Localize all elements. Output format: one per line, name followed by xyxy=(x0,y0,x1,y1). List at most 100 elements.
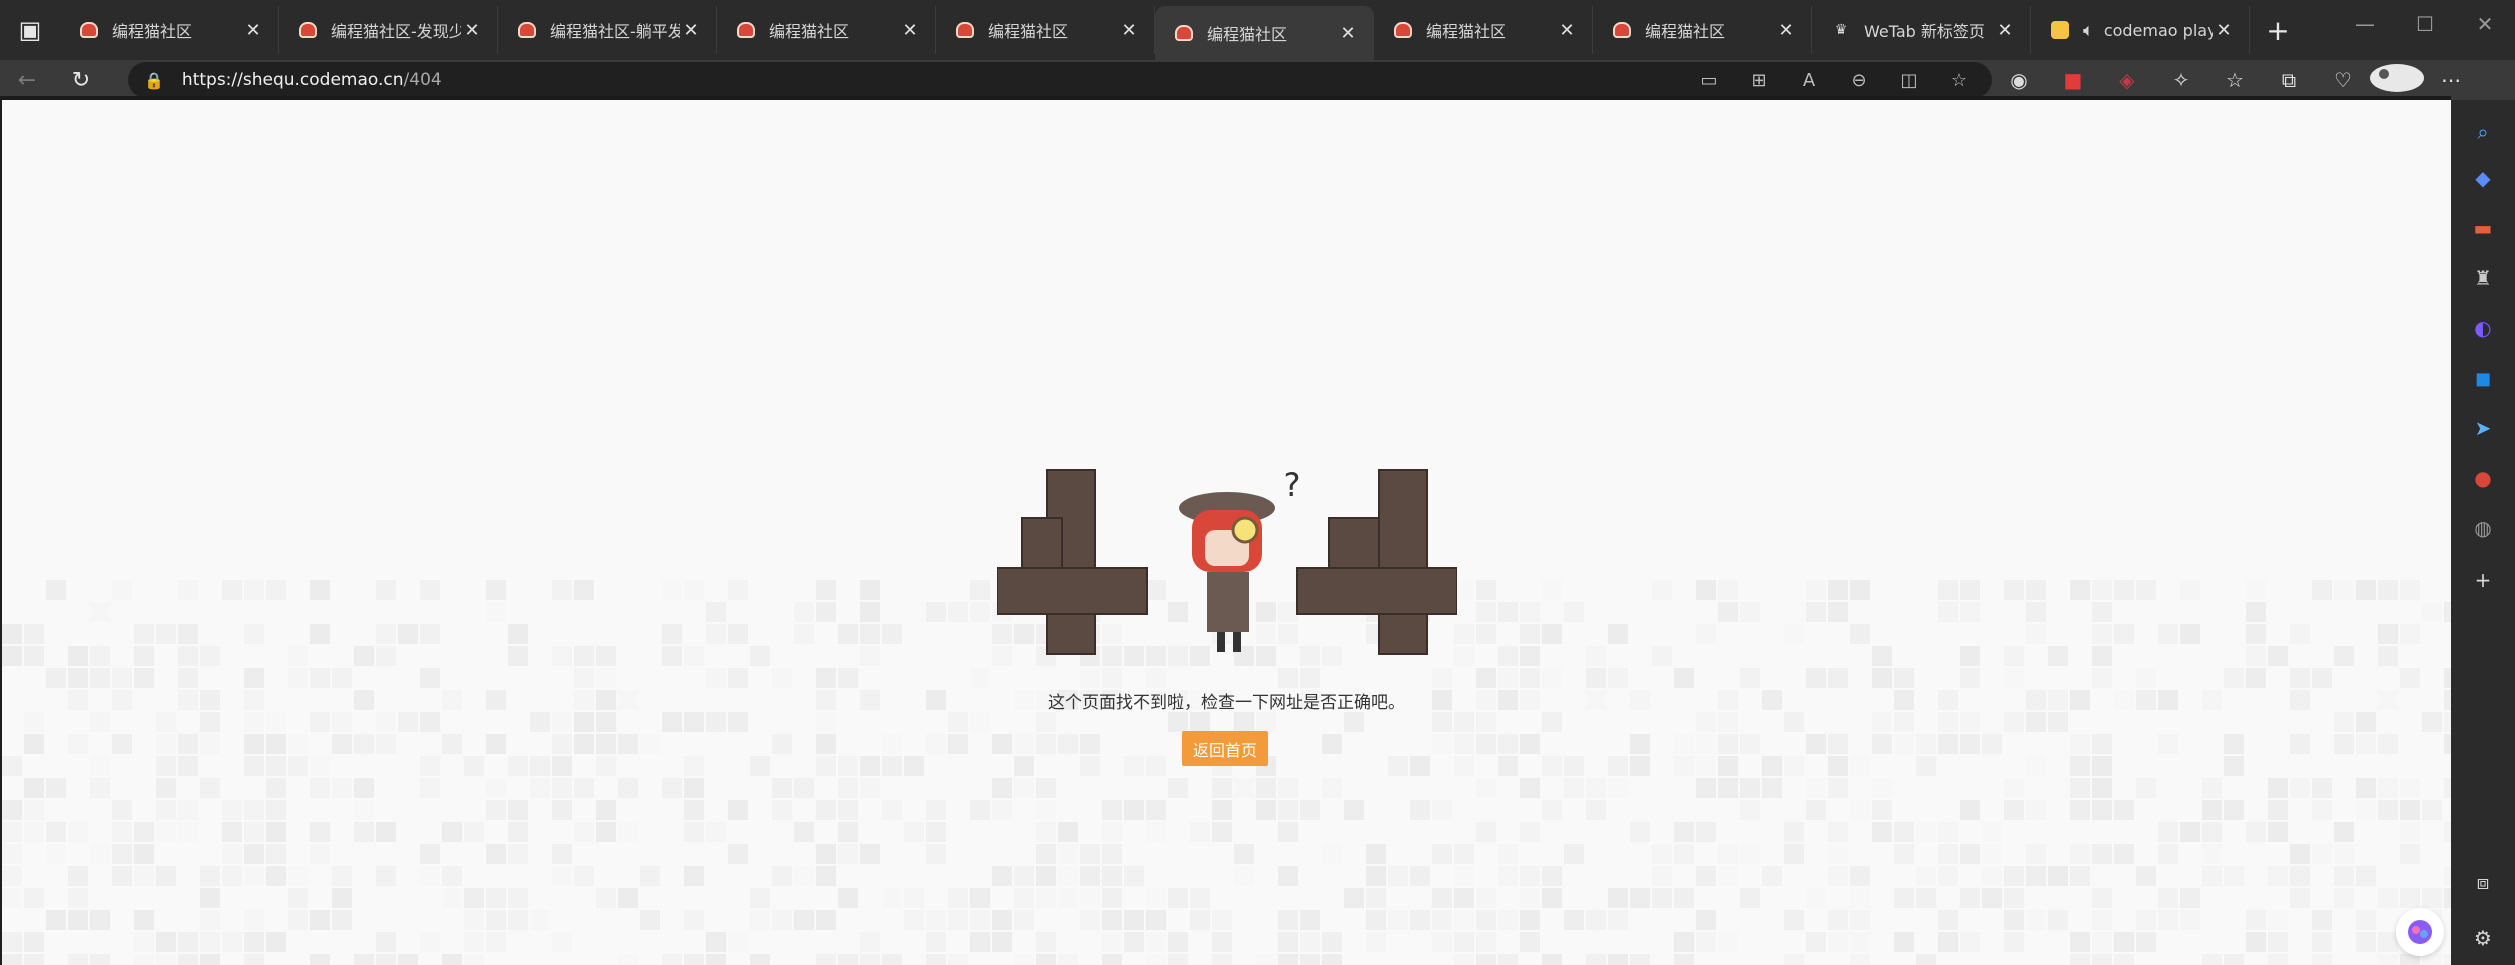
pixel-tile xyxy=(1608,778,1628,798)
briefcase-icon[interactable]: ▬ xyxy=(2463,208,2503,248)
close-window-icon[interactable]: ✕ xyxy=(2455,0,2515,48)
new-tab-button[interactable]: + xyxy=(2250,6,2306,54)
tab-3[interactable]: 编程猫社区 ✕ xyxy=(717,6,936,54)
pixel-tile xyxy=(2378,580,2398,600)
close-tab-icon[interactable]: ✕ xyxy=(680,20,702,41)
games-icon[interactable]: ♜ xyxy=(2463,258,2503,298)
copilot-icon[interactable]: ◐ xyxy=(2463,308,2503,348)
close-tab-icon[interactable]: ✕ xyxy=(1775,20,1797,41)
pixel-tile xyxy=(376,712,396,732)
more-menu-icon[interactable]: ⋯ xyxy=(2424,68,2478,92)
pixel-tile xyxy=(1344,888,1364,908)
pixel-tile xyxy=(1696,734,1716,754)
pixel-tile xyxy=(1828,910,1848,930)
tab-2[interactable]: 编程猫社区-躺平发篇✕ xyxy=(498,6,717,54)
close-tab-icon[interactable]: ✕ xyxy=(1337,23,1359,44)
tab-1[interactable]: 编程猫社区-发现少儿✕ xyxy=(279,6,498,54)
extensions-icon[interactable]: ✧ xyxy=(2154,68,2208,92)
send-icon[interactable]: ➤ xyxy=(2463,408,2503,448)
address-bar[interactable]: 🔒 https://shequ.codemao.cn/404 ▭ ⊞ A ⊖ ◫… xyxy=(128,62,1992,98)
split-screen-icon[interactable]: ◫ xyxy=(1884,70,1934,91)
pixel-tile xyxy=(948,888,968,908)
speaker-icon[interactable]: 🔈︎ xyxy=(2083,20,2094,41)
tab-4[interactable]: 编程猫社区 ✕ xyxy=(936,6,1155,54)
pixel-tile xyxy=(552,866,572,886)
pixel-tile xyxy=(992,800,1012,820)
extension-robot-icon[interactable]: ◈ xyxy=(2100,68,2154,92)
pixel-tile xyxy=(2070,778,2090,798)
pixel-tile xyxy=(1806,800,1826,820)
minimize-icon[interactable]: — xyxy=(2335,0,2395,48)
pixel-tile xyxy=(1124,866,1144,886)
apps-icon[interactable]: ⊞ xyxy=(1734,70,1784,91)
screenshot-icon[interactable]: ⧈ xyxy=(2463,862,2503,902)
close-tab-icon[interactable]: ✕ xyxy=(242,20,264,41)
read-aloud-icon[interactable]: A xyxy=(1784,70,1834,91)
back-to-home-button[interactable]: 返回首页 xyxy=(1182,731,1268,766)
pixel-tile xyxy=(2114,800,2134,820)
pixel-tile xyxy=(1850,888,1870,908)
url-path: /404 xyxy=(403,70,442,90)
pixel-tile xyxy=(2444,822,2451,842)
pixel-tile xyxy=(596,712,616,732)
pixel-tile xyxy=(596,734,616,754)
favorite-star-icon[interactable]: ☆ xyxy=(1934,70,1984,91)
pixel-tile xyxy=(530,910,550,930)
pixel-tile xyxy=(1388,756,1408,776)
pixel-tile xyxy=(2202,800,2222,820)
close-tab-icon[interactable]: ✕ xyxy=(899,20,921,41)
search-icon[interactable]: ⌕ xyxy=(2463,112,2503,152)
tab-8[interactable]: ♛ WeTab 新标签页 ✕ xyxy=(1812,6,2031,54)
codemao-icon[interactable]: ● xyxy=(2463,458,2503,498)
close-tab-icon[interactable]: ✕ xyxy=(2213,20,2235,41)
lock-icon[interactable]: 🔒 xyxy=(144,71,164,90)
maximize-icon[interactable]: ☐ xyxy=(2395,0,2455,48)
floating-assistant-icon[interactable] xyxy=(2396,908,2444,956)
back-button[interactable]: ← xyxy=(0,60,54,100)
url-text[interactable]: https://shequ.codemao.cn/404 xyxy=(182,70,1684,90)
pixel-tile xyxy=(2048,712,2068,732)
profile-avatar[interactable] xyxy=(2370,63,2424,97)
extension-glasses-icon[interactable]: ◉ xyxy=(1992,68,2046,92)
close-tab-icon[interactable]: ✕ xyxy=(1118,20,1140,41)
tab-actions-icon[interactable]: ▣ xyxy=(0,0,60,60)
refresh-button[interactable]: ↻ xyxy=(54,60,108,100)
tab-7[interactable]: 编程猫社区 ✕ xyxy=(1593,6,1812,54)
pixel-tile xyxy=(1124,800,1144,820)
pixel-tile xyxy=(1256,778,1276,798)
pixel-tile xyxy=(684,756,704,776)
pixel-tile xyxy=(1520,932,1540,952)
pixel-tile xyxy=(332,910,352,930)
extension-icon[interactable]: ◍ xyxy=(2463,508,2503,548)
settings-icon[interactable]: ⚙ xyxy=(2463,918,2503,958)
pixel-tile xyxy=(464,888,484,908)
pixel-tile xyxy=(1080,844,1100,864)
pixel-tile xyxy=(244,954,264,965)
pixel-tile xyxy=(2246,668,2266,688)
pixel-tile xyxy=(1190,888,1210,908)
pixel-tile xyxy=(552,778,572,798)
pixel-tile xyxy=(2334,734,2354,754)
tab-5[interactable]: 编程猫社区 ✕ xyxy=(1155,6,1374,60)
pixel-tile xyxy=(2422,712,2442,732)
favorites-icon[interactable]: ☆ xyxy=(2208,68,2262,92)
outlook-icon[interactable]: ◼ xyxy=(2463,358,2503,398)
pixel-tile xyxy=(1850,866,1870,886)
close-tab-icon[interactable]: ✕ xyxy=(1994,20,2016,41)
tab-0[interactable]: 编程猫社区 ✕ xyxy=(60,6,279,54)
extension-red-icon[interactable]: ■ xyxy=(2046,68,2100,92)
pixel-tile xyxy=(508,756,528,776)
tag-icon[interactable]: ◆ xyxy=(2463,158,2503,198)
performance-icon[interactable]: ♡ xyxy=(2316,68,2370,92)
close-tab-icon[interactable]: ✕ xyxy=(1556,20,1578,41)
pixel-tile xyxy=(1080,910,1100,930)
collections-icon[interactable]: ⧉ xyxy=(2262,68,2316,92)
add-icon[interactable]: + xyxy=(2463,560,2503,600)
zoom-icon[interactable]: ⊖ xyxy=(1834,70,1884,91)
pixel-tile xyxy=(1784,624,1804,644)
pixel-tile xyxy=(2136,910,2156,930)
close-tab-icon[interactable]: ✕ xyxy=(461,20,483,41)
cast-icon[interactable]: ▭ xyxy=(1684,70,1734,91)
tab-6[interactable]: 编程猫社区 ✕ xyxy=(1374,6,1593,54)
tab-9[interactable]: 🔈︎ codemao player✕ xyxy=(2031,6,2250,54)
